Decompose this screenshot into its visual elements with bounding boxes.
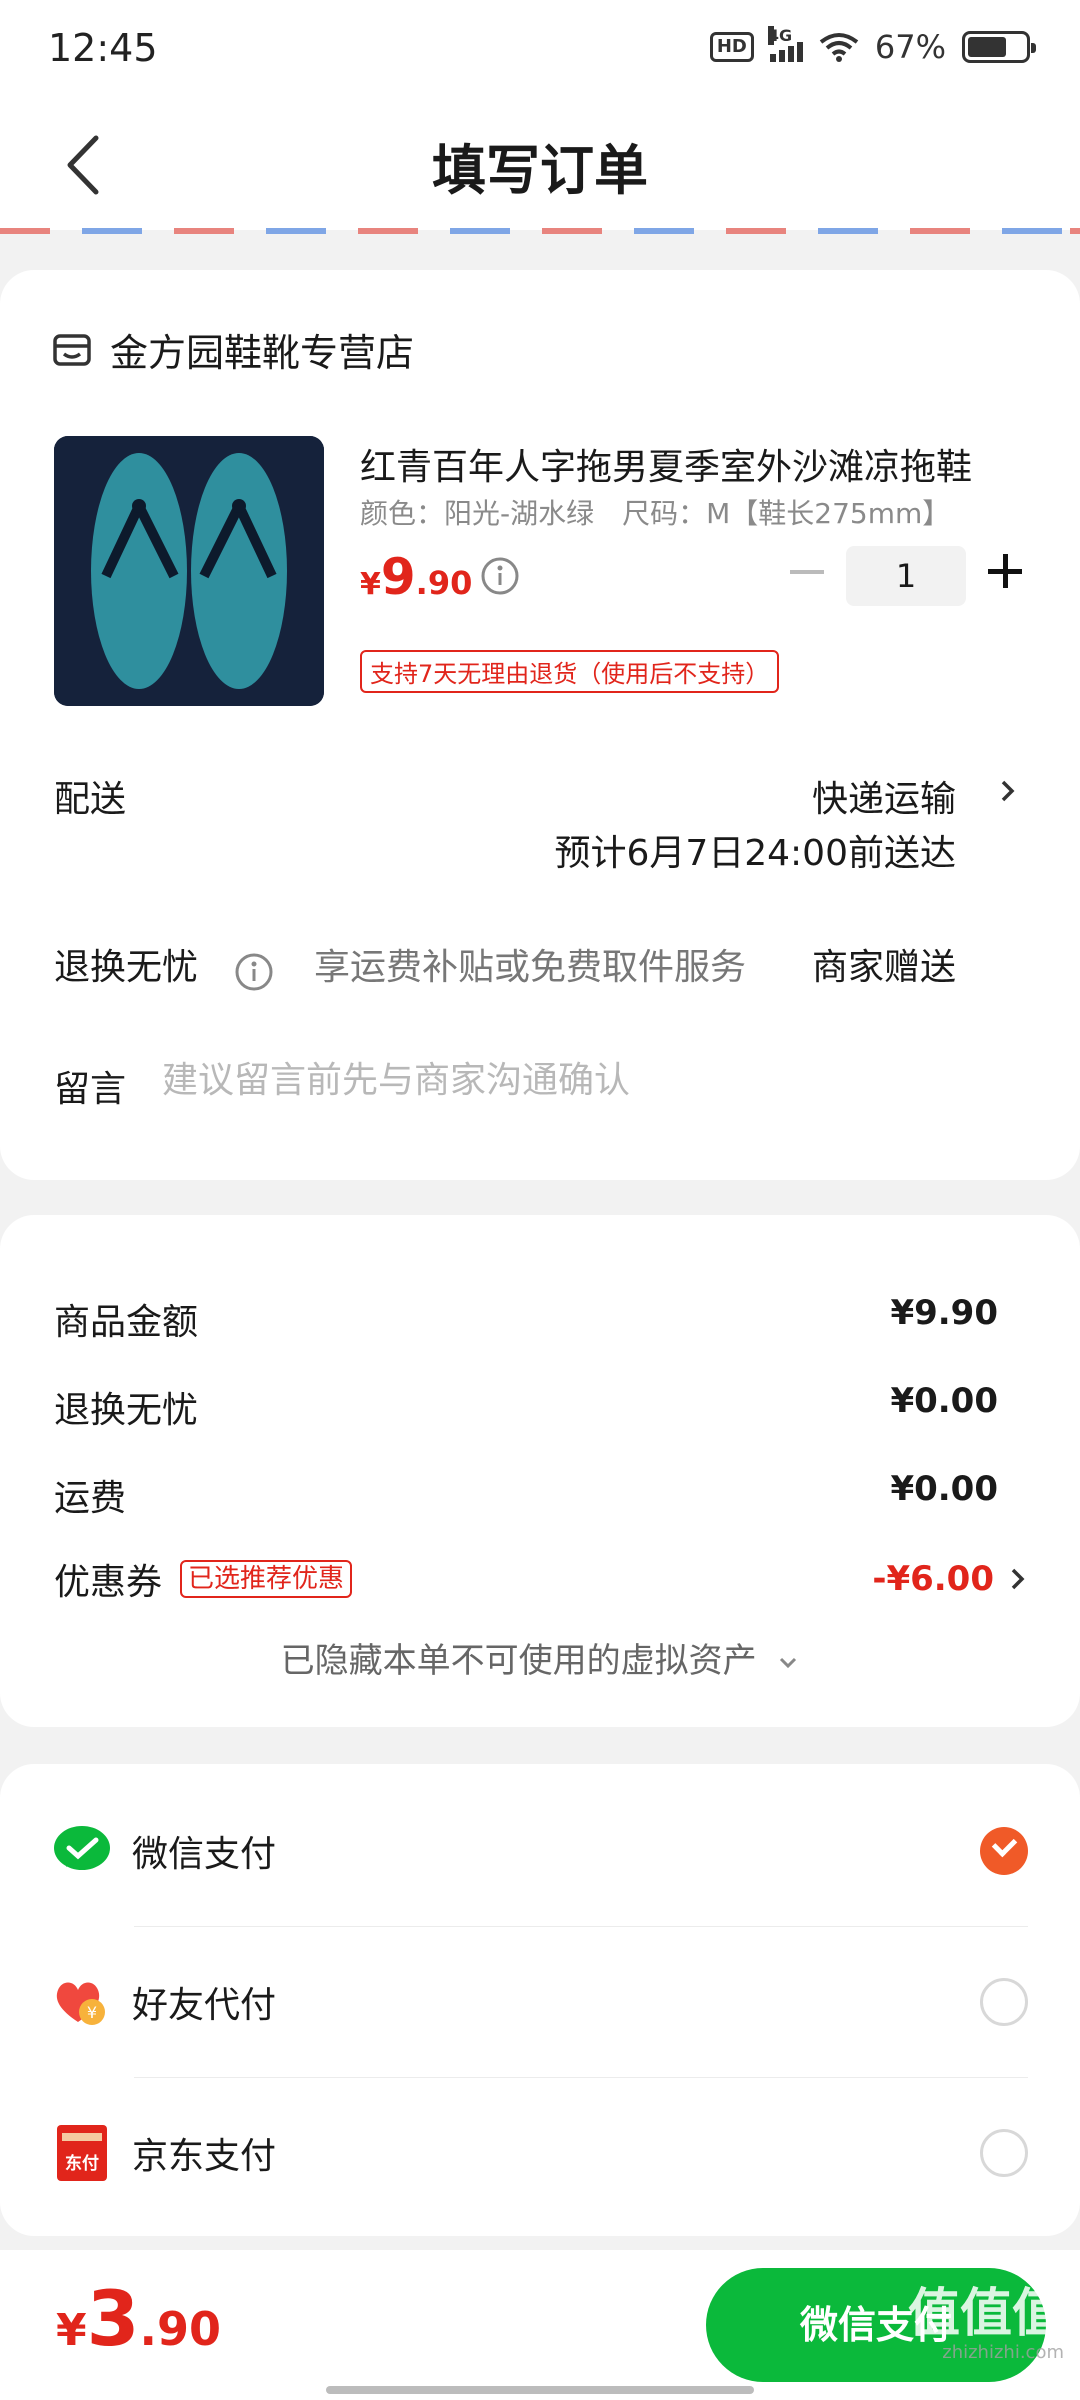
- return-service-desc: 享运费补贴或免费取件服务: [314, 947, 747, 988]
- return-info-icon[interactable]: [234, 952, 274, 992]
- price-symbol: ¥: [360, 567, 381, 602]
- battery-percent: 67%: [874, 28, 946, 66]
- total-symbol: ¥: [56, 2305, 87, 2356]
- coupon-right: -¥6.00: [872, 1553, 1028, 1605]
- price-int: 9: [380, 548, 416, 606]
- return-policy-tag: 支持7天无理由退货（使用后不支持）: [360, 650, 780, 693]
- signal-icon: 4G: [767, 26, 803, 62]
- status-icons: HD 4G 67%: [709, 26, 1036, 66]
- shipping-fee-label: 运费: [54, 1478, 127, 1519]
- price-summary-card: 商品金额 ¥9.90 退换无忧 ¥0.00 运费 ¥0.00 优惠券 已选推荐优…: [0, 1215, 1080, 1727]
- total-dec: .90: [139, 2302, 222, 2356]
- return-fee-label: 退换无忧: [54, 1390, 199, 1431]
- price-info-icon[interactable]: [480, 556, 520, 596]
- wifi-icon: [819, 33, 859, 62]
- product-spec[interactable]: 颜色：阳光-湖水绿 尺码：M【鞋长275mm】: [360, 492, 980, 532]
- product-name[interactable]: 红青百年人字拖男夏季室外沙滩凉拖鞋: [360, 438, 1030, 490]
- watermark: 值值值 zhizhizhi.com: [908, 2286, 1064, 2364]
- network-type: 4G: [767, 26, 793, 45]
- quantity-value[interactable]: 1: [846, 546, 966, 606]
- battery-icon: [962, 31, 1036, 63]
- store-name: 金方园鞋靴专营店: [110, 331, 415, 375]
- jd-pay-icon: 东付: [57, 2125, 107, 2181]
- delivery-method[interactable]: 快递运输: [812, 770, 956, 822]
- payment-option-jd[interactable]: 东付 京东支付: [52, 2078, 1028, 2228]
- coupon-left: 优惠券 已选推荐优惠: [54, 1553, 353, 1605]
- watermark-text: 值值值: [907, 2284, 1064, 2344]
- store-row[interactable]: 金方园鞋靴专营店: [52, 322, 414, 377]
- friend-pay-icon: ¥: [56, 1982, 105, 2025]
- goods-amount-row: 商品金额 ¥9.90: [54, 1293, 998, 1345]
- goods-amount-value: ¥9.90: [890, 1293, 998, 1333]
- watermark-sub: zhizhizhi.com: [942, 2342, 1064, 2363]
- page-header: 填写订单: [0, 100, 1080, 230]
- jd-icon-text: 东付: [65, 2153, 99, 2174]
- payment-label-friend: 好友代付: [132, 1985, 277, 2026]
- coupon-row[interactable]: 优惠券 已选推荐优惠 -¥6.00: [54, 1553, 1028, 1605]
- quantity-plus-button[interactable]: [988, 554, 1022, 588]
- total-int: 3: [86, 2274, 140, 2363]
- radio-unselected[interactable]: [980, 1978, 1028, 2026]
- status-time: 12:45: [48, 26, 158, 70]
- product-price: ¥9.90: [360, 548, 472, 606]
- payment-card: 微信支付 ¥ 好友代付 东付 京东支付: [0, 1764, 1080, 2236]
- home-indicator[interactable]: [326, 2386, 754, 2394]
- message-label: 留言: [54, 1069, 127, 1110]
- hidden-assets-text: 已隐藏本单不可使用的虚拟资产: [280, 1641, 757, 1681]
- return-fee-row: 退换无忧 ¥0.00: [54, 1381, 998, 1433]
- shipping-fee-row: 运费 ¥0.00: [54, 1469, 998, 1521]
- friend-icon-text: ¥: [87, 2003, 97, 2022]
- shipping-fee-value: ¥0.00: [890, 1469, 998, 1509]
- order-total: ¥3.90: [56, 2274, 221, 2363]
- flip-flop-image: [54, 436, 324, 706]
- price-dec: .90: [415, 564, 473, 602]
- wechat-pay-icon: [54, 1826, 110, 1870]
- quantity-minus-button[interactable]: [790, 570, 824, 574]
- hidden-assets-toggle[interactable]: 已隐藏本单不可使用的虚拟资产: [0, 1633, 1080, 1682]
- return-service-value: 商家赠送: [811, 947, 956, 988]
- radio-unselected[interactable]: [980, 2129, 1028, 2177]
- chevron-right-icon[interactable]: [998, 776, 1018, 806]
- payment-option-friend[interactable]: ¥ 好友代付: [52, 1927, 1028, 2077]
- return-fee-value: ¥0.00: [890, 1381, 998, 1421]
- airmail-divider: [0, 228, 1080, 234]
- delivery-label: 配送: [54, 779, 127, 820]
- order-card: 金方园鞋靴专营店 红青百年人字拖男夏季室外沙滩凉拖鞋 颜色：阳光-湖水绿 尺码：…: [0, 270, 1080, 1180]
- product-image[interactable]: [54, 436, 324, 706]
- chevron-right-icon[interactable]: [1008, 1564, 1028, 1594]
- chevron-down-icon: [780, 1657, 797, 1668]
- return-service-label: 退换无忧: [54, 947, 199, 988]
- coupon-label: 优惠券: [54, 1562, 163, 1603]
- coupon-value: -¥6.00: [872, 1559, 994, 1599]
- payment-label-jd: 京东支付: [132, 2136, 277, 2177]
- store-icon: [53, 333, 91, 366]
- payment-option-wechat[interactable]: 微信支付: [52, 1776, 1028, 1926]
- page-title: 填写订单: [432, 139, 648, 202]
- payment-label-wechat: 微信支付: [132, 1834, 277, 1875]
- delivery-eta: 预计6月7日24:00前送达: [554, 833, 956, 874]
- status-bar: 12:45 HD 4G 67%: [0, 0, 1080, 100]
- radio-selected[interactable]: [980, 1827, 1028, 1875]
- hd-icon: HD: [709, 32, 754, 62]
- message-input[interactable]: [162, 1060, 1022, 1101]
- coupon-tag: 已选推荐优惠: [180, 1560, 353, 1598]
- goods-amount-label: 商品金额: [54, 1302, 199, 1343]
